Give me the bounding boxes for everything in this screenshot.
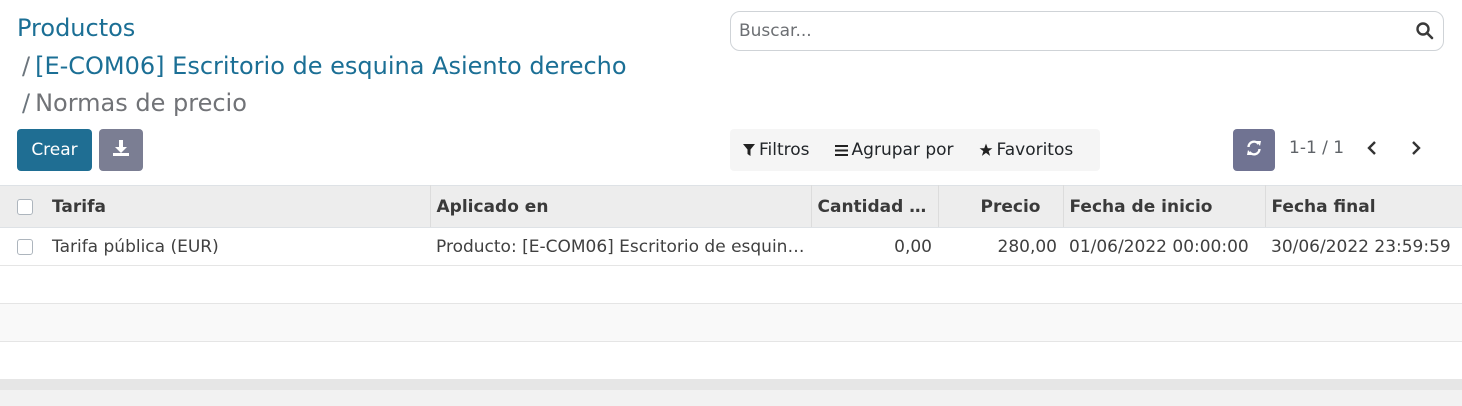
breadcrumb-link-productos[interactable]: Productos bbox=[17, 14, 135, 42]
column-header-aplicado[interactable]: Aplicado en bbox=[430, 185, 812, 228]
pager-value[interactable]: 1-1 / 1 bbox=[1289, 138, 1344, 158]
cell-aplicado[interactable]: Producto: [E-COM06] Escritorio de esquin… bbox=[430, 227, 811, 266]
favorites-label: Favoritos bbox=[996, 140, 1074, 160]
breadcrumb-link-producto[interactable]: [E-COM06] Escritorio de esquina Asiento … bbox=[35, 52, 626, 80]
search-input[interactable] bbox=[739, 12, 1399, 50]
pager-previous-button[interactable] bbox=[1361, 138, 1383, 162]
search-icon[interactable] bbox=[1415, 21, 1435, 41]
column-header-tarifa[interactable]: Tarifa bbox=[46, 185, 431, 228]
empty-row bbox=[0, 341, 1462, 380]
star-icon bbox=[979, 143, 993, 157]
breadcrumb-producto[interactable]: / [E-COM06] Escritorio de esquina Asiento… bbox=[22, 51, 627, 81]
filter-icon bbox=[743, 144, 755, 156]
breadcrumb-separator: / bbox=[22, 89, 31, 117]
column-header-precio[interactable]: Precio bbox=[938, 185, 1064, 228]
table-header-row: Tarifa Aplicado en Cantidad mínima Preci… bbox=[0, 185, 1462, 228]
download-button[interactable] bbox=[99, 129, 143, 171]
breadcrumb-current: / Normas de precio bbox=[22, 88, 247, 118]
cell-precio[interactable]: 280,00 bbox=[938, 227, 1063, 266]
row-checkbox[interactable] bbox=[17, 238, 33, 255]
list-icon bbox=[834, 144, 848, 156]
pricelist-rules-table: Tarifa Aplicado en Cantidad mínima Preci… bbox=[0, 185, 1462, 380]
column-header-fecha-final[interactable]: Fecha final bbox=[1265, 185, 1462, 228]
cell-fecha-inicio[interactable]: 01/06/2022 00:00:00 bbox=[1063, 227, 1265, 266]
filters-label: Filtros bbox=[759, 140, 810, 160]
refresh-icon bbox=[1245, 139, 1263, 161]
breadcrumb-productos[interactable]: Productos bbox=[17, 13, 135, 43]
create-button[interactable]: Crear bbox=[17, 129, 92, 171]
page-title: Normas de precio bbox=[35, 89, 247, 117]
group-by-label: Agrupar por bbox=[851, 140, 954, 160]
breadcrumb-separator: / bbox=[22, 52, 31, 80]
table-row[interactable]: Tarifa pública (EUR) Producto: [E-COM06]… bbox=[0, 227, 1462, 266]
column-header-fecha-inicio[interactable]: Fecha de inicio bbox=[1063, 185, 1266, 228]
column-header-cantidad[interactable]: Cantidad mínima bbox=[811, 185, 939, 228]
row-select-cell bbox=[0, 227, 46, 266]
cell-tarifa[interactable]: Tarifa pública (EUR) bbox=[46, 227, 430, 266]
cell-cantidad[interactable]: 0,00 bbox=[811, 227, 938, 266]
filters-button[interactable]: Filtros bbox=[730, 129, 810, 171]
select-all-checkbox[interactable] bbox=[17, 198, 33, 215]
search-box bbox=[730, 11, 1444, 51]
reload-button[interactable] bbox=[1233, 129, 1275, 171]
select-all-cell bbox=[0, 185, 46, 228]
download-icon bbox=[112, 139, 130, 161]
favorites-button[interactable]: Favoritos bbox=[954, 129, 1074, 171]
chevron-left-icon bbox=[1366, 140, 1378, 160]
pager-next-button[interactable] bbox=[1405, 138, 1427, 162]
chevron-right-icon bbox=[1410, 140, 1422, 160]
table-footer bbox=[0, 379, 1462, 406]
empty-row bbox=[0, 303, 1462, 342]
search-panel-buttons: Filtros Agrupar por Favoritos bbox=[730, 129, 1100, 171]
group-by-button[interactable]: Agrupar por bbox=[810, 129, 954, 171]
cell-fecha-final[interactable]: 30/06/2022 23:59:59 bbox=[1265, 227, 1462, 266]
empty-row bbox=[0, 265, 1462, 304]
horizontal-scrollbar[interactable] bbox=[0, 379, 1462, 390]
